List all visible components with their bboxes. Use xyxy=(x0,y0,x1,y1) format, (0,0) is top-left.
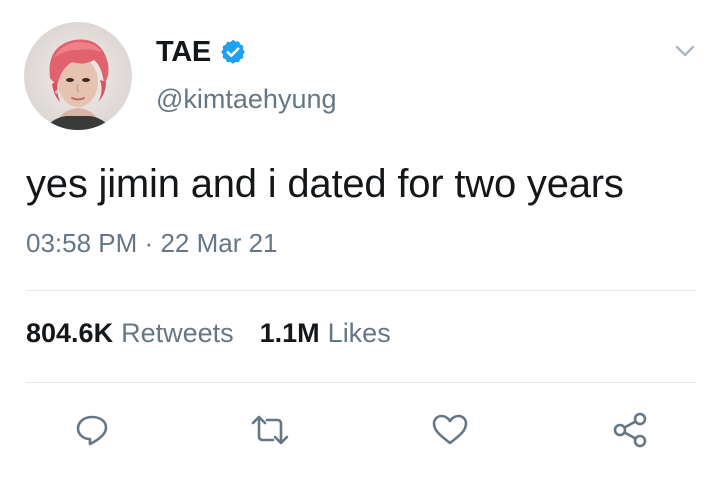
user-handle[interactable]: @kimtaehyung xyxy=(156,84,337,115)
divider xyxy=(26,290,696,291)
display-name-row: TAE xyxy=(156,34,247,70)
tweet-date: 22 Mar 21 xyxy=(160,228,278,258)
share-button[interactable] xyxy=(610,410,650,450)
tweet-timestamp[interactable]: 03:58 PM · 22 Mar 21 xyxy=(26,228,278,259)
divider xyxy=(26,382,696,383)
verified-badge-icon xyxy=(219,38,247,66)
tweet-text: yes jimin and i dated for two years xyxy=(26,162,624,206)
retweets-stat[interactable]: 804.6K Retweets xyxy=(26,318,234,349)
like-icon xyxy=(432,414,468,445)
display-name[interactable]: TAE xyxy=(156,36,211,69)
timestamp-separator: · xyxy=(144,228,154,258)
tweet-time: 03:58 PM xyxy=(26,228,138,258)
likes-count: 1.1M xyxy=(259,318,320,348)
retweet-icon xyxy=(251,415,289,445)
retweets-count: 804.6K xyxy=(26,318,114,348)
likes-stat[interactable]: 1.1M Likes xyxy=(260,318,391,349)
retweets-label: Retweets xyxy=(121,318,234,348)
likes-label: Likes xyxy=(327,318,391,348)
chevron-down-icon[interactable] xyxy=(672,38,698,64)
avatar[interactable] xyxy=(24,22,132,130)
reply-icon xyxy=(76,415,108,446)
share-icon xyxy=(613,412,647,448)
tweet-stats: 804.6K Retweets 1.1M Likes xyxy=(26,318,391,349)
tweet-card: TAE @kimtaehyung yes jimin and i dated f… xyxy=(0,0,720,490)
like-button[interactable] xyxy=(430,410,470,450)
reply-button[interactable] xyxy=(72,410,112,450)
avatar-image xyxy=(24,22,132,130)
retweet-button[interactable] xyxy=(250,410,290,450)
